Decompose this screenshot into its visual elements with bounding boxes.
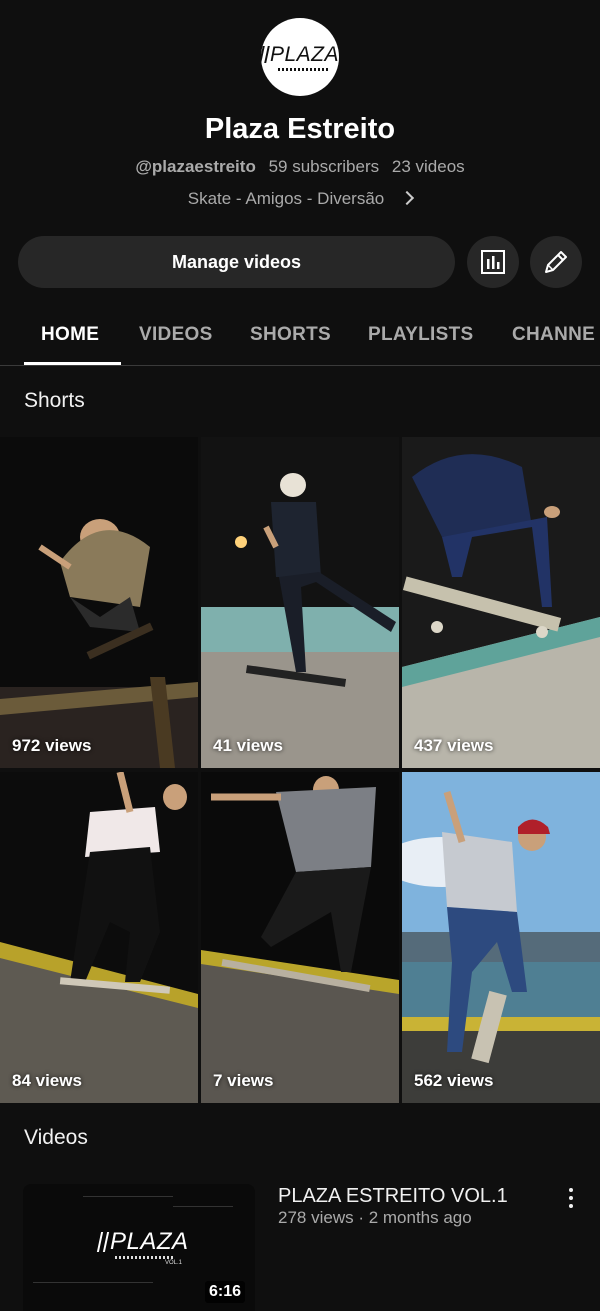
channel-meta: @plazaestreito 59 subscribers 23 videos bbox=[0, 157, 600, 177]
video-title[interactable]: PLAZA ESTREITO VOL.1 bbox=[278, 1185, 508, 1208]
manage-videos-button[interactable]: Manage videos bbox=[18, 236, 455, 288]
tab-shorts[interactable]: SHORTS bbox=[250, 324, 331, 346]
short-views: 7 views bbox=[213, 1071, 274, 1090]
channel-header: PLAZA Plaza Estreito @plazaestreito 59 s… bbox=[0, 0, 600, 366]
short-item[interactable]: 562 views bbox=[402, 772, 600, 1103]
channel-description-text: Skate - Amigos - Diversão bbox=[187, 189, 385, 208]
shorts-grid: 972 views 41 views 437 views 84 views 7 … bbox=[0, 437, 600, 1103]
tab-home[interactable]: HOME bbox=[41, 324, 99, 346]
short-views: 562 views bbox=[414, 1071, 494, 1090]
video-thumbnail[interactable]: PLAZA VOL.1 6:16 bbox=[23, 1184, 255, 1311]
avatar-logo: PLAZA bbox=[259, 44, 339, 65]
short-thumbnail bbox=[0, 772, 198, 1103]
more-vert-icon bbox=[569, 1188, 573, 1192]
channel-tabs: HOME VIDEOS SHORTS PLAYLISTS CHANNE bbox=[0, 304, 600, 366]
tab-playlists[interactable]: PLAYLISTS bbox=[368, 324, 473, 346]
channel-handle: @plazaestreito bbox=[135, 157, 256, 176]
short-views: 84 views bbox=[12, 1071, 82, 1090]
active-tab-indicator bbox=[24, 362, 121, 365]
tab-channels[interactable]: CHANNE bbox=[512, 324, 595, 346]
short-thumbnail bbox=[402, 437, 600, 768]
short-item[interactable]: 7 views bbox=[201, 772, 399, 1103]
video-count: 23 videos bbox=[391, 157, 465, 176]
video-meta: 278 views · 2 months ago bbox=[278, 1208, 472, 1227]
chevron-right-icon bbox=[400, 190, 415, 206]
channel-name: Plaza Estreito bbox=[204, 113, 396, 145]
short-item[interactable]: 437 views bbox=[402, 437, 600, 768]
pencil-icon bbox=[545, 251, 567, 273]
more-options-button[interactable] bbox=[560, 1186, 582, 1210]
short-thumbnail bbox=[0, 437, 198, 768]
short-thumbnail bbox=[402, 772, 600, 1103]
analytics-icon bbox=[481, 250, 505, 274]
short-views: 437 views bbox=[414, 736, 494, 755]
short-thumbnail bbox=[201, 437, 399, 768]
channel-avatar[interactable]: PLAZA bbox=[259, 18, 339, 96]
tab-videos[interactable]: VIDEOS bbox=[139, 324, 213, 346]
short-views: 972 views bbox=[12, 736, 92, 755]
short-views: 41 views bbox=[213, 736, 283, 755]
edit-channel-button[interactable] bbox=[530, 236, 582, 288]
short-item[interactable]: 84 views bbox=[0, 772, 198, 1103]
short-item[interactable]: 41 views bbox=[201, 437, 399, 768]
short-thumbnail bbox=[201, 772, 399, 1103]
video-duration: 6:16 bbox=[204, 1281, 245, 1303]
short-item[interactable]: 972 views bbox=[0, 437, 198, 768]
videos-section-title: Videos bbox=[24, 1126, 88, 1149]
shorts-section-title: Shorts bbox=[24, 389, 85, 412]
channel-description[interactable]: Skate - Amigos - Diversão bbox=[0, 189, 600, 209]
video-thumb-logo: PLAZA bbox=[96, 1228, 189, 1256]
video-thumb-sub: VOL.1 bbox=[165, 1260, 183, 1266]
subscriber-count: 59 subscribers bbox=[268, 157, 380, 176]
analytics-button[interactable] bbox=[467, 236, 519, 288]
